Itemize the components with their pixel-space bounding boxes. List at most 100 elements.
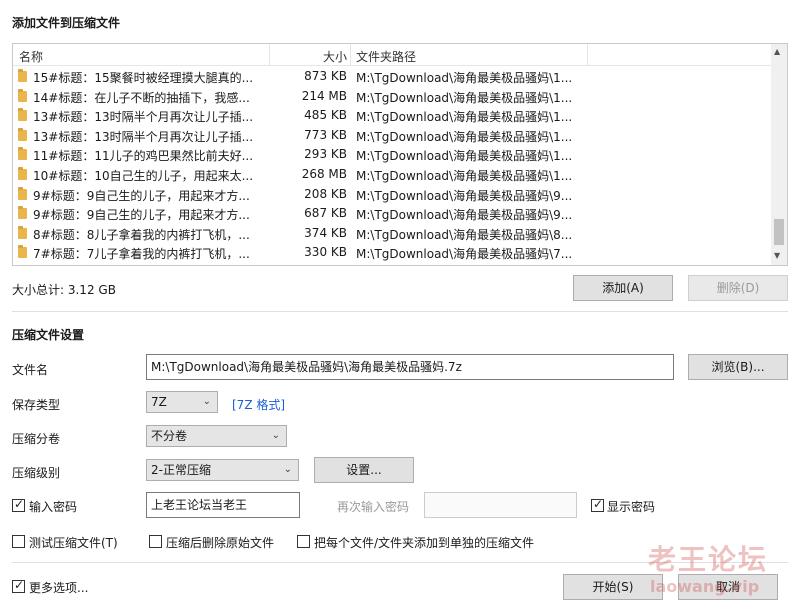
row-path: M:\TgDownload\海角最美极品骚妈\1... <box>356 169 573 183</box>
total-size-label: 大小总计: 3.12 GB <box>12 283 116 297</box>
table-row[interactable]: 9#标题：9自己生的儿子，用起来才方... 687 KB M:\TgDownload… <box>13 204 773 224</box>
filename-input[interactable]: M:\TgDownload\海角最美极品骚妈\海角最美极品骚妈.7z <box>146 354 674 380</box>
save-type-select[interactable]: 7Z ⌄ <box>146 391 218 413</box>
split-select[interactable]: 不分卷 ⌄ <box>146 425 287 447</box>
folder-icon <box>18 147 27 161</box>
row-path: M:\TgDownload\海角最美极品骚妈\9... <box>356 188 573 203</box>
scrollbar-thumb[interactable] <box>774 219 784 245</box>
save-type-value: 7Z <box>151 395 167 409</box>
row-name: 15#标题：15聚餐时被经理摸大腿真的... <box>33 71 254 85</box>
settings-button[interactable]: 设置... <box>314 457 414 483</box>
row-name: 9#标题：9自己生的儿子，用起来才方... <box>33 188 250 203</box>
each-separate-checkbox[interactable] <box>297 535 310 548</box>
column-header-name[interactable]: 名称 <box>19 48 43 65</box>
level-select[interactable]: 2-正常压缩 ⌄ <box>146 459 299 481</box>
show-password-checkbox[interactable] <box>591 497 604 512</box>
row-path: M:\TgDownload\海角最美极品骚妈\7... <box>356 247 573 262</box>
column-header-size[interactable]: 大小 <box>323 48 347 65</box>
add-button[interactable]: 添加(A) <box>573 275 673 301</box>
vertical-scrollbar[interactable]: ▲ ▼ <box>771 44 787 265</box>
level-value: 2-正常压缩 <box>151 463 211 477</box>
row-path: M:\TgDownload\海角最美极品骚妈\1... <box>356 90 573 105</box>
row-name: 10#标题：10自己生的儿子，用起来太... <box>33 169 254 183</box>
row-size: 293 KB <box>304 147 347 162</box>
watermark-url: laowang.vip <box>650 577 760 596</box>
row-path: M:\TgDownload\海角最美极品骚妈\1... <box>356 129 573 144</box>
scroll-down-icon[interactable]: ▼ <box>774 251 780 260</box>
chevron-down-icon: ⌄ <box>202 396 211 407</box>
archive-settings-section-title: 压缩文件设置 <box>12 328 85 342</box>
row-size: 208 KB <box>304 186 347 201</box>
column-separator[interactable] <box>269 44 270 66</box>
row-size: 773 KB <box>304 127 347 142</box>
file-list[interactable]: 名称 大小 文件夹路径 15#标题：15聚餐时被经理摸大腿真的... 873 KB… <box>12 43 788 266</box>
folder-icon <box>18 206 27 220</box>
folder-icon <box>18 245 27 259</box>
folder-icon <box>18 88 27 102</box>
table-row[interactable]: 13#标题：13时隔半个月再次让儿子插... 773 KB M:\TgDownloa… <box>13 126 773 146</box>
row-name: 7#标题：7儿子拿着我的内裤打飞机，... <box>33 247 250 262</box>
folder-icon <box>18 127 27 141</box>
table-row[interactable]: 7#标题：7儿子拿着我的内裤打飞机，... 330 KB M:\TgDownload… <box>13 243 773 263</box>
scroll-up-icon[interactable]: ▲ <box>774 47 780 56</box>
test-archive-label: 测试压缩文件(T) <box>29 536 118 550</box>
browse-button[interactable]: 浏览(B)... <box>688 354 788 380</box>
column-separator[interactable] <box>350 44 351 66</box>
row-path: M:\TgDownload\海角最美极品骚妈\1... <box>356 149 573 164</box>
table-row[interactable]: 9#标题：9自己生的儿子，用起来才方... 208 KB M:\TgDownload… <box>13 185 773 205</box>
table-row[interactable]: 13#标题：13时隔半个月再次让儿子插... 485 KB M:\TgDownloa… <box>13 106 773 126</box>
row-size: 485 KB <box>304 108 347 123</box>
table-row[interactable]: 8#标题：8儿子拿着我的内裤打飞机，... 374 KB M:\TgDownload… <box>13 224 773 244</box>
chevron-down-icon: ⌄ <box>283 464 292 475</box>
table-row[interactable]: 10#标题：10自己生的儿子，用起来太... 268 MB M:\TgDownloa… <box>13 165 773 185</box>
row-name: 9#标题：9自己生的儿子，用起来才方... <box>33 208 250 223</box>
row-name: 13#标题：13时隔半个月再次让儿子插... <box>33 129 254 144</box>
table-row[interactable]: 15#标题：15聚餐时被经理摸大腿真的... 873 KB M:\TgDownloa… <box>13 67 773 87</box>
reenter-password-label: 再次输入密码 <box>337 500 410 514</box>
split-label: 压缩分卷 <box>12 432 61 446</box>
add-files-section-title: 添加文件到压缩文件 <box>12 16 121 30</box>
password-label: 输入密码 <box>29 500 78 514</box>
file-list-header: 名称 大小 文件夹路径 <box>13 44 773 66</box>
row-size: 330 KB <box>304 245 347 260</box>
split-value: 不分卷 <box>151 429 188 443</box>
folder-icon <box>18 108 27 122</box>
delete-original-checkbox[interactable] <box>149 535 162 548</box>
level-label: 压缩级别 <box>12 466 61 480</box>
password-checkbox[interactable] <box>12 497 25 512</box>
row-name: 8#标题：8儿子拿着我的内裤打飞机，... <box>33 227 250 242</box>
row-name: 11#标题：11儿子的鸡巴果然比前夫好... <box>33 149 254 164</box>
row-path: M:\TgDownload\海角最美极品骚妈\8... <box>356 227 573 242</box>
row-size: 214 MB <box>301 88 347 103</box>
folder-icon <box>18 186 27 200</box>
column-separator[interactable] <box>587 44 588 66</box>
folder-icon <box>18 69 27 82</box>
column-header-path[interactable]: 文件夹路径 <box>356 48 416 65</box>
folder-icon <box>18 167 27 180</box>
row-size: 374 KB <box>304 225 347 240</box>
format-link[interactable]: [7Z 格式] <box>232 396 285 413</box>
reenter-password-input[interactable] <box>424 492 577 518</box>
table-row[interactable]: 14#标题：在儿子不断的抽插下，我感... 214 MB M:\TgDownload… <box>13 87 773 107</box>
password-input[interactable]: 上老王论坛当老王 <box>146 492 300 518</box>
test-archive-checkbox[interactable] <box>12 535 25 548</box>
delete-button[interactable]: 删除(D) <box>688 275 788 301</box>
row-path: M:\TgDownload\海角最美极品骚妈\9... <box>356 208 573 223</box>
section-divider <box>12 311 788 312</box>
save-type-label: 保存类型 <box>12 398 61 412</box>
row-path: M:\TgDownload\海角最美极品骚妈\1... <box>356 71 573 85</box>
row-size: 687 KB <box>304 206 347 221</box>
row-name: 13#标题：13时隔半个月再次让儿子插... <box>33 110 254 125</box>
chevron-down-icon: ⌄ <box>271 430 280 441</box>
watermark-text: 老王论坛 <box>648 543 769 576</box>
row-size: 268 MB <box>301 167 347 181</box>
row-path: M:\TgDownload\海角最美极品骚妈\1... <box>356 110 573 125</box>
each-separate-label: 把每个文件/文件夹添加到单独的压缩文件 <box>314 536 535 550</box>
delete-original-label: 压缩后删除原始文件 <box>166 536 275 550</box>
table-row[interactable]: 11#标题：11儿子的鸡巴果然比前夫好... 293 KB M:\TgDownloa… <box>13 145 773 165</box>
more-options-checkbox[interactable] <box>12 578 25 593</box>
folder-icon <box>18 225 27 239</box>
show-password-label: 显示密码 <box>607 500 656 514</box>
row-name: 14#标题：在儿子不断的抽插下，我感... <box>33 90 250 105</box>
more-options-label: 更多选项... <box>29 581 89 595</box>
